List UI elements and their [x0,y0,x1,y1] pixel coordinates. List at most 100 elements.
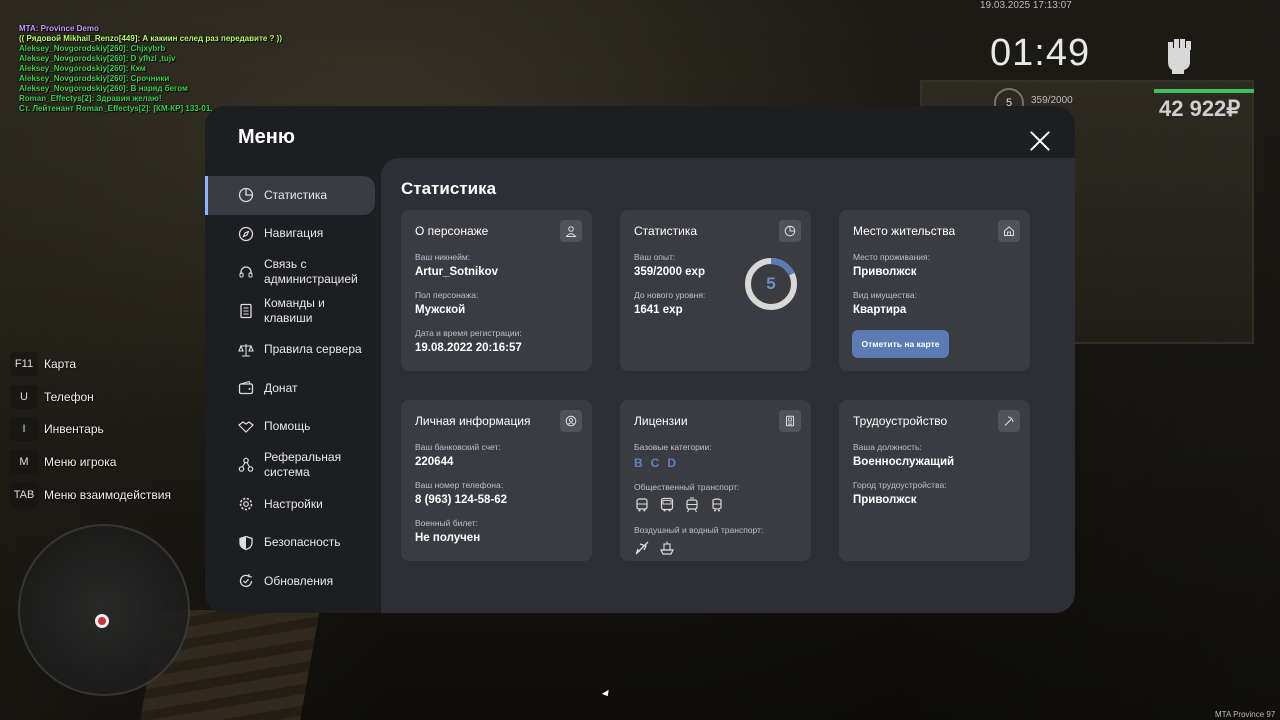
boat-icon [659,540,675,556]
sidebar-item-rules[interactable]: Правила сервера [205,330,381,369]
sidebar-item-updates[interactable]: Обновления [205,562,381,601]
chat-line: Aleksey_Novgorodskiy[260]: Кхм [19,64,146,73]
menu-title: Меню [238,126,295,148]
health-bar [1154,89,1254,93]
gender-label: Пол персонажа: [415,290,479,300]
property-label: Вид имущества: [853,290,917,300]
military-id-value: Не получен [415,532,481,544]
phone-value: 8 (963) 124-58-62 [415,494,508,506]
nickname-label: Ваш никнейм: [415,252,471,262]
phone-label: Ваш номер телефона: [415,480,504,490]
sidebar-item-navigation[interactable]: Навигация [205,215,381,254]
hotkey-label: Карта [44,357,77,372]
hotkey-key: F11 [10,352,38,377]
sidebar-item-help[interactable]: Помощь [205,408,381,447]
hotkey-inventory: I Инвентарь [10,413,171,446]
hud-money: 42 922₽ [1159,96,1241,121]
home-icon [998,220,1020,242]
pie-chart-icon [779,220,801,242]
sidebar-item-referral[interactable]: Реферальная система [205,446,381,485]
wallet-icon [238,380,254,396]
sidebar-item-label: Обновления [264,573,334,588]
license-category: B [634,456,643,470]
hotkey-list: F11 Карта U Телефон I Инвентарь M Меню игрок… [10,348,171,511]
id-icon [560,410,582,432]
mta-version-label: MTA Province 97 [1215,710,1276,719]
chat-line: Aleksey_Novgorodskiy[260]: Срочники [19,74,170,83]
mark-on-map-button[interactable]: Отметить на карте [852,330,949,358]
chat-line: Aleksey_Novgorodskiy[260]: Chjxybrb [19,44,166,53]
menu-sidebar: Статистика Навигация Связь с администрац… [205,176,381,601]
hotkey-player-menu: M Меню игрока [10,446,171,479]
sidebar-item-admin-contact[interactable]: Связь с администрацией [205,253,381,292]
hotkey-key: I [10,417,38,442]
sidebar-item-donate[interactable]: Донат [205,369,381,408]
sidebar-item-label: Правила сервера [264,342,362,357]
minimap [18,524,190,696]
pie-chart-icon [238,187,254,203]
gender-value: Мужской [415,304,466,316]
chat-line: Aleksey_Novgorodskiy[260]: В наряд бегом [19,84,188,93]
sidebar-item-statistics[interactable]: Статистика [205,176,375,215]
hud-datetime: 19.03.2025 17:13:07 [980,0,1072,11]
card-residence: Место жительства Место проживания: Приво… [839,210,1030,371]
hotkey-key: U [10,384,38,409]
property-value: Квартира [853,304,907,316]
card-character: О персонаже Ваш никнейм: Artur_Sotnikov … [401,210,592,371]
sidebar-item-label: Помощь [264,419,311,434]
tram-icon [684,497,700,513]
license-categories: B C D [634,456,797,470]
chat-line: Aleksey_Novgorodskiy[260]: D yfhzl ,tujv [19,54,176,63]
chat-line: Roman_Effectys[2]: Здравия желаю! [19,94,162,103]
air-water-transport-label: Воздушный и водный транспорт: [634,525,764,535]
registration-value: 19.08.2022 20:16:57 [415,342,522,354]
registration-label: Дата и время регистрации: [415,328,522,338]
refresh-icon [238,573,254,589]
statistics-panel: Статистика О персонаже Ваш никнейм: Artu… [381,158,1075,613]
position-label: Ваша должность: [853,442,922,452]
card-title: Лицензии [634,414,688,428]
air-water-transport-icons [634,540,797,556]
bank-label: Ваш банковский счет: [415,442,501,452]
sidebar-item-label: Связь с администрацией [264,257,358,287]
base-categories-label: Базовые категории: [634,442,712,452]
public-transport-label: Общественный транспорт: [634,482,740,492]
hotkey-label: Телефон [44,389,94,404]
card-employment: Трудоустройство Ваша должность: Военносл… [839,400,1030,561]
work-city-label: Город трудоустройства: [853,480,947,490]
trolleybus-icon [709,497,725,513]
user-icon [560,220,582,242]
work-city-value: Приволжск [853,494,917,506]
card-title: О персонаже [415,224,489,238]
sidebar-item-commands[interactable]: Команды и клавиши [205,292,381,331]
headset-icon [238,264,254,280]
sidebar-item-label: Настройки [264,496,323,511]
card-title: Трудоустройство [853,414,948,428]
close-icon[interactable] [1027,128,1053,154]
sidebar-item-label: Навигация [264,226,324,241]
coach-icon [659,497,675,513]
hotkey-key: M [10,450,38,475]
license-category: C [650,456,660,470]
hotkey-label: Меню игрока [44,455,117,470]
sidebar-item-label: Статистика [264,187,328,202]
chat-line: MTA: Province Demo [19,24,99,33]
shield-icon [238,535,254,551]
public-transport-icons [634,497,797,513]
level-progress-ring: 5 [743,256,799,312]
sidebar-item-settings[interactable]: Настройки [205,485,381,524]
card-title: Статистика [634,224,698,238]
military-id-label: Военный билет: [415,518,479,528]
card-licenses: Лицензии Базовые категории: B C D Общест… [620,400,811,561]
sidebar-item-label: Безопасность [264,535,341,550]
card-title: Место жительства [853,224,956,238]
player-menu-window: Меню Статистика Навигация Связь с админи… [205,106,1075,613]
sidebar-item-security[interactable]: Безопасность [205,523,381,562]
sidebar-item-label: Донат [264,380,298,395]
player-marker-icon [95,614,109,628]
document-icon [238,303,254,319]
chat-log: MTA: Province Demo (( Рядовой Mikhail_Re… [19,24,282,114]
card-personal-info: Личная информация Ваш банковский счет: 2… [401,400,592,561]
card-statistics: Статистика Ваш опыт: 359/2000 exp До нов… [620,210,811,371]
chat-line: (( Рядовой Mikhail_Renzo[449]: А какиин … [19,34,282,43]
